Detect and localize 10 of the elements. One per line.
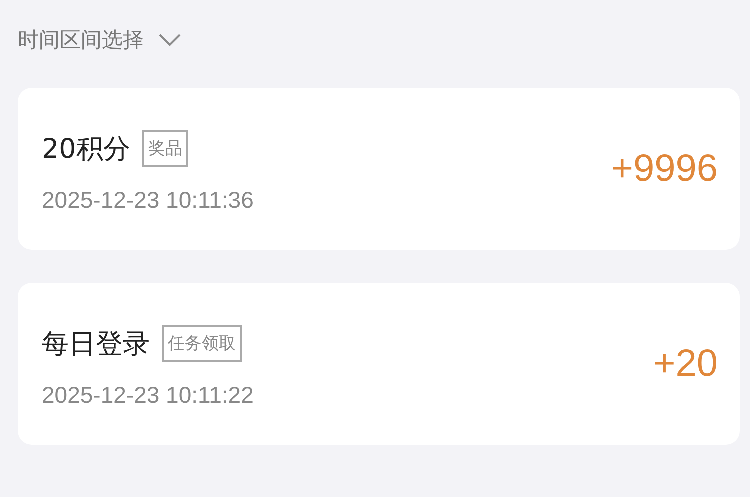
points-amount: +9996	[611, 148, 718, 190]
points-amount: +20	[654, 342, 718, 386]
chevron-down-icon[interactable]	[158, 33, 182, 47]
record-tag: 奖品	[142, 130, 188, 167]
record-tag: 任务领取	[162, 325, 242, 362]
record-time: 2025-12-23 10:11:36	[42, 187, 254, 214]
record-time: 2025-12-23 10:11:22	[42, 382, 254, 409]
record-title: 每日登录	[42, 328, 150, 362]
record-title: 20积分	[42, 132, 130, 166]
time-range-filter[interactable]: 时间区间选择	[18, 26, 144, 54]
